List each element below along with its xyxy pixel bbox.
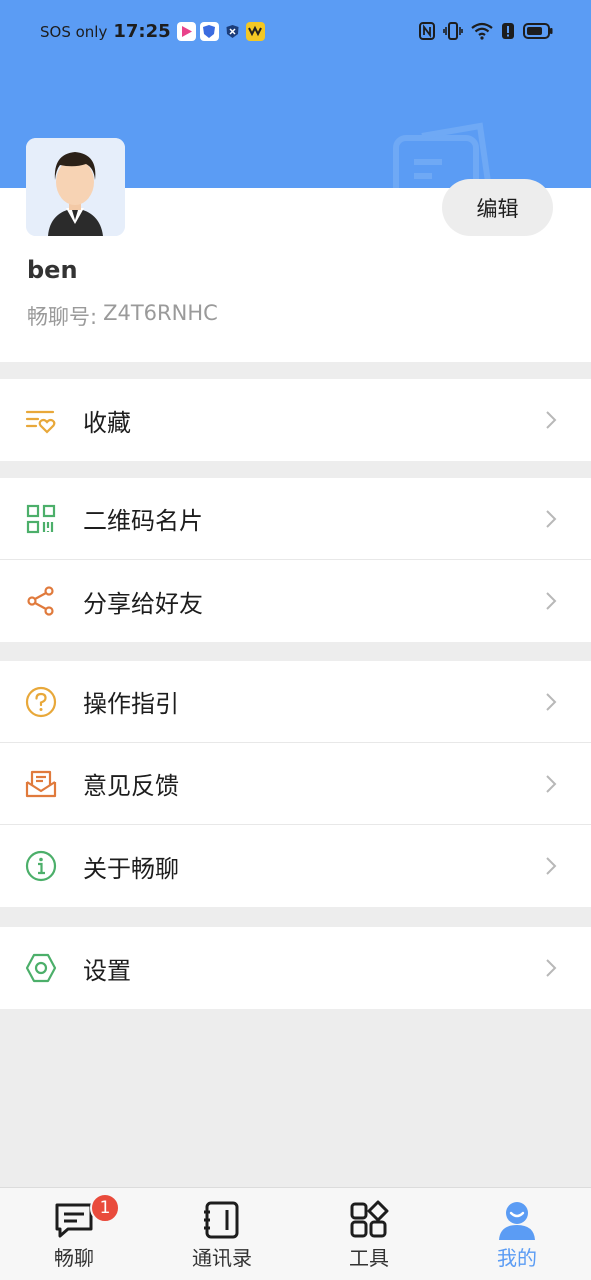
qrcode-icon — [26, 504, 56, 534]
edit-profile-button[interactable]: 编辑 — [442, 179, 553, 236]
menu-group-settings: 设置 — [0, 927, 591, 1009]
status-bar: SOS only 17:25 — [0, 0, 591, 66]
chevron-right-icon — [546, 592, 557, 610]
feedback-mail-icon — [25, 770, 57, 798]
share-icon — [27, 586, 54, 616]
shield-app-icon — [199, 22, 219, 41]
tab-label-me: 我的 — [497, 1246, 537, 1270]
tools-grid-icon — [350, 1200, 389, 1238]
user-id-label: 畅聊号: — [27, 305, 98, 329]
wifi-icon — [471, 22, 493, 40]
chat-bubble-icon — [55, 1203, 93, 1238]
unread-badge: 1 — [90, 1193, 120, 1223]
chevron-right-icon — [546, 693, 557, 711]
menu-item-share[interactable]: 分享给好友 — [0, 560, 591, 642]
contacts-book-icon — [204, 1201, 239, 1239]
menu-item-settings[interactable]: 设置 — [0, 927, 591, 1009]
tab-label-tools: 工具 — [349, 1246, 389, 1270]
game-app-icon — [245, 22, 265, 41]
menu-label-guide: 操作指引 — [83, 690, 179, 718]
avatar-image — [26, 138, 125, 236]
tab-label-contacts: 通讯录 — [192, 1246, 252, 1270]
menu-item-about[interactable]: 关于畅聊 — [0, 825, 591, 907]
tab-tools[interactable]: 工具 — [295, 1188, 443, 1280]
nfc-icon — [419, 22, 435, 40]
info-circle-icon — [25, 850, 57, 882]
menu-label-qrcode: 二维码名片 — [83, 507, 203, 535]
clock-time: 17:25 — [113, 21, 171, 42]
tab-chat[interactable]: 畅聊 1 — [0, 1188, 148, 1280]
alert-icon — [502, 23, 514, 39]
vibrate-icon — [443, 22, 463, 40]
menu-label-favorites: 收藏 — [83, 408, 131, 437]
menu-group-help: 操作指引 意见反馈 关于畅聊 — [0, 661, 591, 907]
chevron-right-icon — [546, 775, 557, 793]
menu-item-qrcode[interactable]: 二维码名片 — [0, 478, 591, 560]
profile-person-icon — [499, 1202, 535, 1240]
menu-item-feedback[interactable]: 意见反馈 — [0, 743, 591, 825]
battery-icon — [523, 23, 553, 39]
username: ben — [27, 256, 78, 284]
menu-label-about: 关于畅聊 — [83, 854, 179, 883]
menu-label-share: 分享给好友 — [83, 589, 203, 618]
chevron-right-icon — [546, 857, 557, 875]
favorites-heart-icon — [25, 410, 56, 434]
menu-group-share: 二维码名片 分享给好友 — [0, 478, 591, 642]
user-id: 畅聊号: Z4T6RNHC — [27, 301, 218, 331]
sos-status-text: SOS only — [40, 22, 108, 41]
menu-group-favorites: 收藏 — [0, 379, 591, 461]
menu-item-favorites[interactable]: 收藏 — [0, 379, 591, 461]
chevron-right-icon — [546, 510, 557, 528]
tab-me[interactable]: 我的 — [443, 1188, 591, 1280]
tab-contacts[interactable]: 通讯录 — [148, 1188, 296, 1280]
tab-label-chat: 畅聊 — [54, 1246, 94, 1270]
help-circle-icon — [25, 686, 57, 718]
security-app-icon — [223, 22, 242, 41]
menu-item-guide[interactable]: 操作指引 — [0, 661, 591, 743]
bottom-tab-bar: 畅聊 1 通讯录 工具 我的 — [0, 1187, 591, 1280]
video-app-icon — [176, 22, 196, 41]
avatar[interactable] — [26, 138, 125, 236]
menu-label-feedback: 意见反馈 — [83, 772, 179, 800]
settings-hexagon-icon — [25, 953, 57, 983]
chevron-right-icon — [546, 411, 557, 429]
user-id-value: Z4T6RNHC — [103, 301, 218, 325]
chevron-right-icon — [546, 959, 557, 977]
menu-label-settings: 设置 — [83, 956, 131, 985]
